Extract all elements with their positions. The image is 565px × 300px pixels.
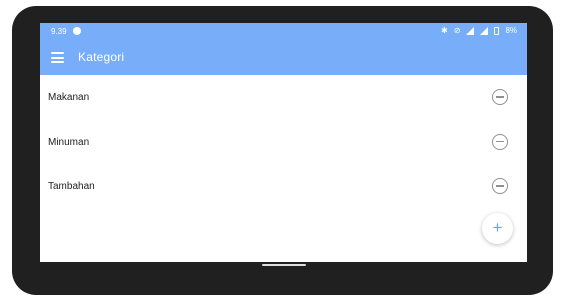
bluetooth-icon: ✱ xyxy=(441,26,448,35)
list-item[interactable]: Tambahan xyxy=(40,164,527,209)
category-label: Makanan xyxy=(48,92,90,103)
category-list: Makanan Minuman Tambahan xyxy=(40,75,527,209)
status-time: 9.39 xyxy=(51,27,67,36)
hamburger-menu-icon[interactable] xyxy=(51,52,64,63)
notification-icon xyxy=(73,27,81,35)
signal-icon xyxy=(480,26,489,35)
battery-percent: 8% xyxy=(505,26,517,35)
wifi-icon xyxy=(466,26,475,35)
remove-circle-icon[interactable] xyxy=(492,178,508,194)
list-item[interactable]: Minuman xyxy=(40,120,527,165)
home-indicator[interactable] xyxy=(262,264,306,266)
category-label: Minuman xyxy=(48,136,90,148)
app-toolbar: Kategori xyxy=(40,40,527,75)
category-label: Tambahan xyxy=(48,181,95,192)
status-bar: 9.39 ✱ ⊘ 8% xyxy=(40,23,527,40)
status-icons: ✱ ⊘ 8% xyxy=(441,26,517,35)
page-title: Kategori xyxy=(78,50,125,64)
add-category-button[interactable]: + xyxy=(482,213,513,244)
remove-circle-icon[interactable] xyxy=(492,133,508,150)
app-screen: 9.39 ✱ ⊘ 8% Kategori Makanan Minuman Tam… xyxy=(40,23,527,262)
remove-circle-icon[interactable] xyxy=(492,89,508,105)
battery-icon xyxy=(494,26,500,35)
navigation-bar xyxy=(40,262,527,270)
mute-icon: ⊘ xyxy=(453,26,461,35)
list-item[interactable]: Makanan xyxy=(40,75,527,120)
